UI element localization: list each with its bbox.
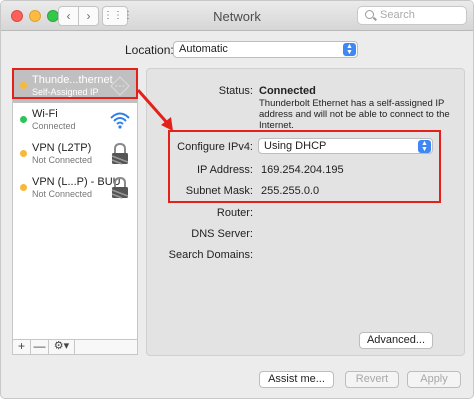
search-icon: [365, 10, 374, 19]
status-dot: [20, 184, 27, 191]
status-label: Status:: [218, 85, 253, 97]
apply-button[interactable]: Apply: [407, 371, 461, 388]
subnet-mask-value: 255.255.0.0: [261, 185, 320, 197]
status-dot: [20, 82, 27, 89]
revert-button[interactable]: Revert: [345, 371, 399, 388]
title-bar: ‹ › ⋮⋮⋮ Network Search: [1, 1, 473, 31]
service-item-thunderbolt-ethernet[interactable]: Thunde...thernet Self-Assigned IP: [13, 69, 137, 103]
search-field[interactable]: Search: [357, 6, 467, 25]
location-label: Location:: [125, 43, 174, 57]
ip-address-label: IP Address:: [196, 164, 253, 176]
subnet-mask-label: Subnet Mask:: [185, 185, 253, 197]
chevron-updown-icon: ▲ ▼: [418, 140, 431, 153]
configure-ipv4-label: Configure IPv4:: [177, 141, 253, 153]
status-value: Connected: [259, 85, 316, 97]
network-preferences-window: ‹ › ⋮⋮⋮ Network Search Location: Automat…: [0, 0, 474, 399]
router-label: Router:: [216, 207, 253, 219]
ethernet-icon: [110, 76, 130, 96]
ip-address-value: 169.254.204.195: [261, 164, 344, 176]
service-name: Thunde...thernet: [32, 74, 113, 86]
service-status: Self-Assigned IP: [32, 87, 99, 97]
service-item-wifi[interactable]: Wi-Fi Connected: [13, 103, 137, 137]
status-dot: [20, 150, 27, 157]
service-list: Thunde...thernet Self-Assigned IP Wi-Fi …: [12, 68, 138, 340]
chevron-updown-icon: ▲ ▼: [343, 43, 356, 56]
service-name: VPN (L2TP): [32, 142, 92, 154]
search-placeholder: Search: [380, 9, 415, 21]
add-service-button[interactable]: +: [13, 340, 31, 354]
service-status: Not Connected: [32, 155, 93, 165]
configure-ipv4-select[interactable]: Using DHCP ▲ ▼: [258, 138, 433, 154]
status-description: Thunderbolt Ethernet has a self-assigned…: [259, 98, 450, 131]
location-value: Automatic: [179, 43, 228, 55]
lock-icon: [111, 176, 129, 199]
service-status: Connected: [32, 121, 76, 131]
service-item-vpn-buu[interactable]: VPN (L...P) - BUU Not Connected: [13, 171, 137, 205]
service-item-vpn-l2tp[interactable]: VPN (L2TP) Not Connected: [13, 137, 137, 171]
lock-icon: [111, 142, 129, 165]
service-name: VPN (L...P) - BUU: [32, 176, 121, 188]
dns-server-label: DNS Server:: [191, 228, 253, 240]
status-dot: [20, 116, 27, 123]
advanced-button[interactable]: Advanced...: [359, 332, 433, 349]
assist-me-button[interactable]: Assist me...: [259, 371, 334, 388]
location-select[interactable]: Automatic ▲ ▼: [173, 41, 358, 58]
gear-menu-button[interactable]: ⚙▾: [49, 340, 75, 354]
service-name: Wi-Fi: [32, 108, 58, 120]
service-list-toolbar: + — ⚙▾: [12, 339, 138, 355]
remove-service-button[interactable]: —: [31, 340, 49, 354]
configure-ipv4-value: Using DHCP: [264, 140, 327, 152]
service-status: Not Connected: [32, 189, 93, 199]
search-domains-label: Search Domains:: [168, 249, 253, 261]
wifi-icon: [110, 112, 130, 129]
